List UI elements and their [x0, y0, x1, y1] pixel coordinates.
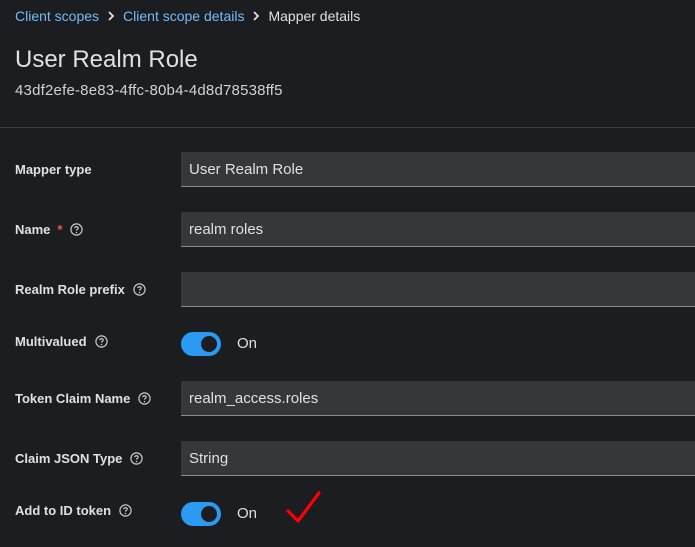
claim-json-type-field[interactable] [181, 441, 695, 476]
token-claim-name-field[interactable] [181, 381, 695, 416]
realm-role-prefix-field[interactable] [181, 272, 695, 307]
token-claim-name-label-text: Token Claim Name [15, 391, 131, 406]
breadcrumb-current: Mapper details [268, 8, 361, 24]
mapper-type-label-text: Mapper type [15, 162, 92, 177]
mapper-details-page: Client scopes Client scope details Mappe… [0, 0, 695, 547]
breadcrumb: Client scopes Client scope details Mappe… [15, 6, 360, 26]
breadcrumb-client-scope-details[interactable]: Client scope details [123, 8, 244, 24]
claim-json-type-label-text: Claim JSON Type [15, 451, 123, 466]
name-label-text: Name [15, 222, 51, 237]
name-label: Name * [15, 222, 84, 237]
help-circle-icon[interactable] [70, 223, 84, 236]
breadcrumb-client-scopes[interactable]: Client scopes [15, 8, 99, 24]
name-field[interactable] [181, 212, 695, 247]
chevron-right-icon [99, 11, 123, 21]
mapper-type-label: Mapper type [15, 162, 92, 177]
realm-role-prefix-label-text: Realm Role prefix [15, 282, 125, 297]
required-asterisk: * [57, 222, 63, 237]
realm-role-prefix-label: Realm Role prefix [15, 282, 146, 297]
help-circle-icon[interactable] [133, 283, 146, 296]
chevron-right-icon [244, 11, 268, 21]
multivalued-label-text: Multivalued [15, 334, 87, 349]
add-to-id-token-label: Add to ID token [15, 503, 132, 518]
add-to-id-token-state: On [237, 505, 258, 522]
help-circle-icon[interactable] [119, 504, 132, 517]
mapper-form: Mapper type Name * Realm Role prefix [0, 128, 695, 547]
multivalued-label: Multivalued [15, 334, 108, 349]
switch-knob [201, 336, 217, 352]
mapper-id: 43df2efe-8e83-4ffc-80b4-4d8d78538ff5 [15, 82, 283, 99]
help-circle-icon[interactable] [138, 392, 152, 405]
help-circle-icon[interactable] [130, 452, 144, 465]
add-to-id-token-switch[interactable] [181, 502, 221, 526]
red-checkmark-icon [286, 491, 321, 523]
claim-json-type-label: Claim JSON Type [15, 451, 144, 466]
help-circle-icon[interactable] [94, 335, 108, 348]
page-title: User Realm Role [15, 46, 198, 73]
mapper-type-field[interactable] [181, 152, 695, 187]
switch-knob [201, 506, 217, 522]
token-claim-name-label: Token Claim Name [15, 391, 152, 406]
add-to-id-token-label-text: Add to ID token [15, 503, 112, 518]
multivalued-switch[interactable] [181, 332, 221, 356]
multivalued-state: On [237, 335, 258, 352]
